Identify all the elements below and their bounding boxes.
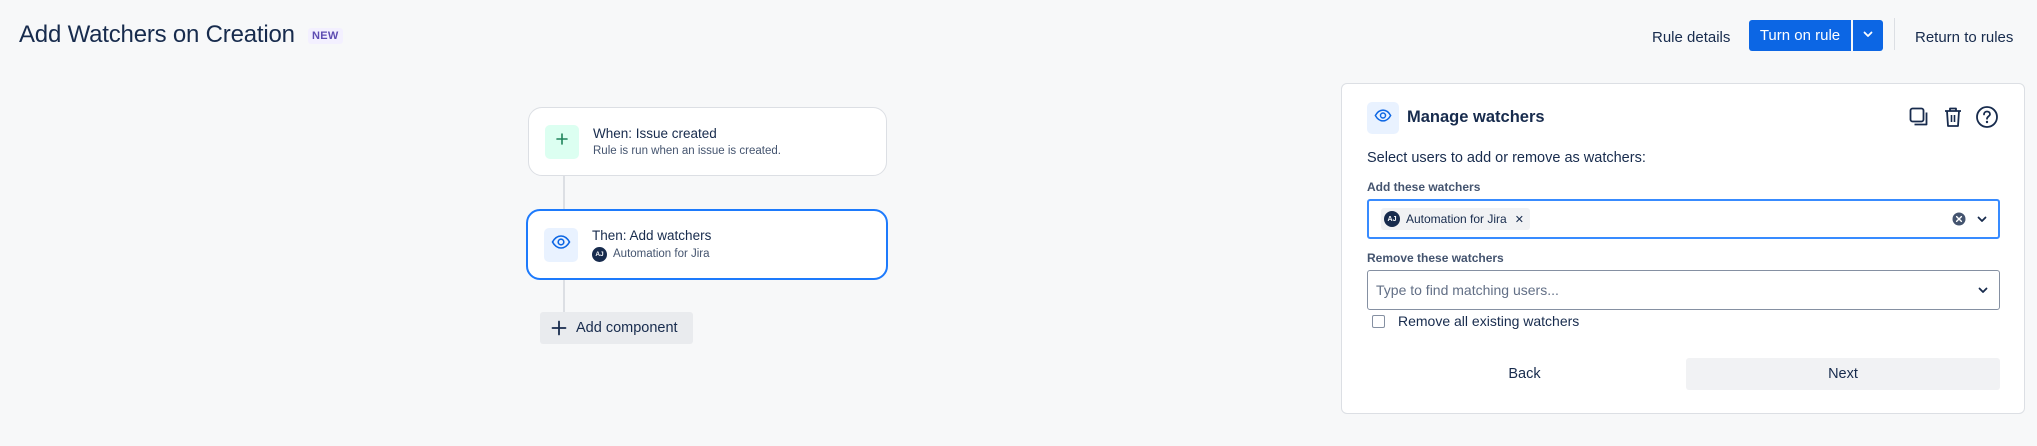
flow-connector (563, 280, 565, 312)
add-watchers-label: Add these watchers (1367, 180, 1481, 194)
flow-connector (563, 176, 565, 210)
next-button[interactable]: Next (1686, 358, 2000, 390)
remove-watchers-label: Remove these watchers (1367, 251, 1504, 265)
turn-on-rule-button[interactable]: Turn on rule (1749, 20, 1851, 51)
action-subtitle: Automation for Jira (613, 248, 710, 260)
action-title: Then: Add watchers (592, 227, 712, 243)
eye-icon (1374, 109, 1392, 127)
action-card[interactable]: Then: Add watchers AJ Automation for Jir… (526, 209, 888, 280)
plus-icon (551, 320, 567, 336)
panel-title: Manage watchers (1407, 108, 1545, 126)
chip-remove-icon[interactable]: ✕ (1515, 213, 1524, 226)
chevron-down-icon (1862, 27, 1874, 45)
trigger-subtitle: Rule is run when an issue is created. (593, 145, 781, 157)
remove-all-checkbox[interactable] (1372, 314, 1385, 328)
chevron-down-icon[interactable] (1976, 213, 1988, 225)
back-button[interactable]: Back (1367, 358, 1682, 390)
panel-icon-container (1367, 102, 1399, 134)
trigger-title: When: Issue created (593, 126, 717, 141)
trigger-card[interactable]: When: Issue created Rule is run when an … (528, 107, 887, 176)
avatar: AJ (1384, 211, 1400, 227)
action-icon-container (544, 227, 578, 262)
remove-all-label[interactable]: Remove all existing watchers (1398, 313, 1579, 329)
rule-details-button[interactable]: Rule details (1640, 22, 1742, 54)
panel-description: Select users to add or remove as watcher… (1367, 150, 1646, 166)
plus-icon (555, 132, 569, 151)
add-component-label: Add component (576, 320, 678, 336)
remove-all-row: Remove all existing watchers (1372, 313, 1579, 329)
remove-watchers-placeholder: Type to find matching users... (1376, 282, 1559, 298)
return-to-rules-button[interactable]: Return to rules (1903, 22, 2025, 54)
remove-watchers-select[interactable]: Type to find matching users... (1367, 270, 2000, 310)
header-divider (1894, 18, 1895, 50)
duplicate-icon[interactable] (1907, 105, 1931, 129)
clear-icon[interactable] (1952, 212, 1966, 226)
eye-icon (551, 235, 571, 254)
help-icon[interactable] (1975, 105, 1999, 129)
panel-actions (1907, 105, 1999, 129)
page-title: Add Watchers on Creation (19, 21, 295, 48)
trigger-icon-container (545, 124, 579, 159)
turn-on-rule-dropdown-button[interactable] (1853, 20, 1883, 51)
add-watchers-select[interactable]: AJ Automation for Jira ✕ (1367, 199, 2000, 239)
chevron-down-icon[interactable] (1977, 284, 1989, 296)
trash-icon[interactable] (1941, 105, 1965, 129)
new-badge: NEW (308, 28, 343, 44)
avatar: AJ (592, 246, 607, 262)
user-chip: AJ Automation for Jira ✕ (1381, 208, 1530, 230)
add-component-button[interactable]: Add component (540, 312, 693, 344)
chip-label: Automation for Jira (1406, 212, 1507, 226)
manage-watchers-panel: Manage watchers Select users to add or r… (1341, 83, 2025, 414)
